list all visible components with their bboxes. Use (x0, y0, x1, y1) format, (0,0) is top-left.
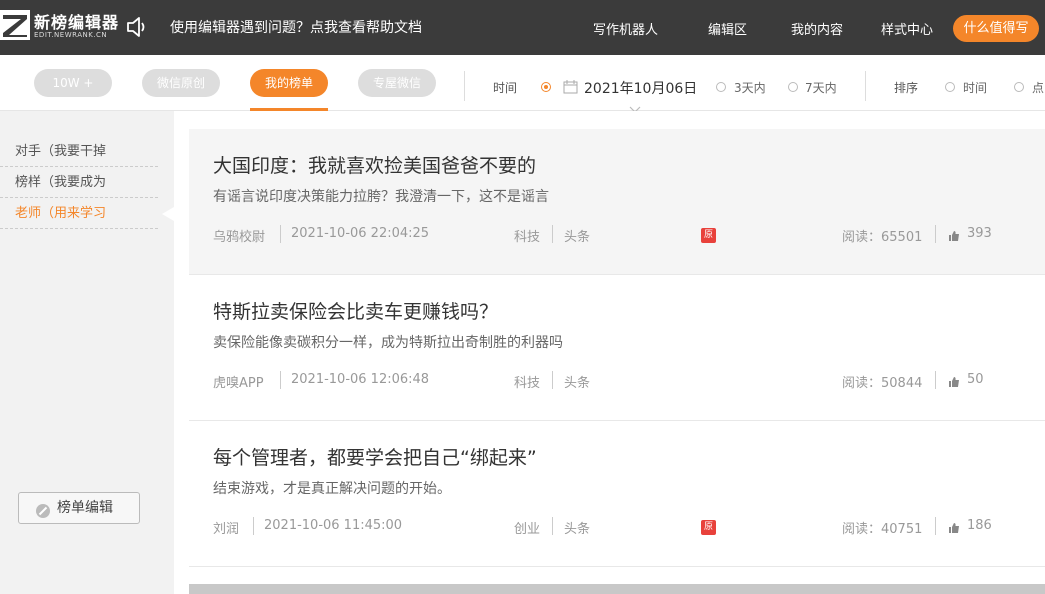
sort-time-radio[interactable] (945, 82, 955, 92)
edit-circle-icon (35, 500, 51, 518)
article-time: 2021-10-06 11:45:00 (264, 518, 403, 533)
tab-exclusive-wechat[interactable]: 专屋微信 (358, 69, 436, 97)
article-title[interactable]: 大国印度：我就喜欢捡美国爸爸不要的 (213, 151, 536, 178)
article-category: 科技 (514, 376, 541, 391)
logo-subtitle: EDIT.NEWRANK.CN (34, 31, 108, 39)
horizontal-scrollbar[interactable] (189, 584, 1045, 594)
range-7days-label[interactable]: 7天内 (805, 79, 837, 96)
meta-divider (280, 371, 281, 389)
smzdx-button[interactable]: 什么值得写 (953, 15, 1039, 42)
article-list: 大国印度：我就喜欢捡美国爸爸不要的 有谣言说印度决策能力拉胯？我澄清一下，这不是… (174, 111, 1045, 594)
article-author[interactable]: 虎嗅APP (213, 372, 264, 391)
article-position: 头条 (564, 230, 591, 245)
article-card[interactable]: 大国印度：我就喜欢捡美国爸爸不要的 有谣言说印度决策能力拉胯？我澄清一下，这不是… (189, 129, 1045, 275)
sort-label: 排序 (894, 81, 919, 95)
tab-10w[interactable]: 10W + (34, 69, 112, 97)
article-desc: 结束游戏，才是真正解决问题的开始。 (213, 481, 451, 497)
meta-divider (935, 371, 936, 389)
date-picker-value[interactable]: 2021年10月06日 (584, 78, 697, 98)
original-badge: 原 (701, 228, 716, 243)
meta-divider (935, 225, 936, 243)
article-desc: 有谣言说印度决策能力拉胯？我澄清一下，这不是谣言 (213, 189, 549, 205)
meta-divider (552, 371, 553, 389)
top-header: 新榜编辑器 EDIT.NEWRANK.CN 使用编辑器遇到问题？点我查看帮助文档… (0, 0, 1045, 55)
article-title[interactable]: 每个管理者，都要学会把自己“绑起来” (213, 443, 537, 470)
article-title[interactable]: 特斯拉卖保险会比卖车更赚钱吗？ (213, 297, 498, 324)
sort-other-radio[interactable] (1014, 82, 1024, 92)
article-reads: 阅读：50844 (842, 376, 923, 391)
article-reads: 阅读：65501 (842, 230, 923, 245)
article-likes: 186 (967, 518, 992, 533)
thumbs-up-icon (948, 373, 960, 387)
tab-my-ranking[interactable]: 我的榜单 (250, 69, 328, 97)
article-likes: 50 (967, 372, 984, 387)
tab-wechat-original[interactable]: 微信原创 (142, 69, 220, 97)
nav-style-center[interactable]: 样式中心 (881, 19, 933, 38)
range-3days-label[interactable]: 3天内 (734, 79, 766, 96)
sort-other-label[interactable]: 点 (1032, 79, 1044, 96)
article-author[interactable]: 乌鸦校尉 (213, 226, 265, 245)
article-likes: 393 (967, 226, 992, 241)
meta-divider (280, 225, 281, 243)
range-7days-radio[interactable] (788, 82, 798, 92)
chevron-down-icon[interactable] (629, 99, 641, 113)
range-3days-radio[interactable] (716, 82, 726, 92)
sidebar-item-teachers[interactable]: 老师（用来学习 (0, 198, 158, 229)
meta-divider (935, 517, 936, 535)
list-top-spacer (174, 111, 1045, 129)
nav-writing-robot[interactable]: 写作机器人 (593, 19, 658, 38)
meta-divider (552, 225, 553, 243)
active-item-pointer (162, 207, 174, 221)
meta-divider (552, 517, 553, 535)
meta-divider (253, 517, 254, 535)
article-card[interactable]: 每个管理者，都要学会把自己“绑起来” 结束游戏，才是真正解决问题的开始。 刘润 … (189, 421, 1045, 567)
nav-my-content[interactable]: 我的内容 (791, 19, 843, 38)
ranking-sidebar: 对手（我要干掉 榜样（我要成为 老师（用来学习 榜单编辑 (0, 111, 174, 594)
logo-name[interactable]: 新榜编辑器 (34, 9, 119, 33)
sidebar-item-models[interactable]: 榜样（我要成为 (0, 167, 158, 198)
time-filter-label: 时间 (493, 81, 518, 95)
article-desc: 卖保险能像卖碳积分一样，成为特斯拉出奇制胜的利器吗 (213, 335, 563, 351)
original-badge: 原 (701, 520, 716, 535)
article-position: 头条 (564, 376, 591, 391)
article-time: 2021-10-06 12:06:48 (291, 372, 430, 387)
calendar-icon[interactable] (563, 79, 578, 94)
filter-bar: 10W + 微信原创 我的榜单 专屋微信 时间 2021年10月06日 3天内 … (0, 55, 1045, 113)
thumbs-up-icon (948, 519, 960, 533)
article-position: 头条 (564, 522, 591, 537)
speaker-icon (125, 14, 151, 40)
article-time: 2021-10-06 22:04:25 (291, 226, 430, 241)
divider (865, 71, 866, 101)
article-category: 科技 (514, 230, 541, 245)
sidebar-item-rivals[interactable]: 对手（我要干掉 (0, 136, 158, 167)
article-author[interactable]: 刘润 (213, 518, 239, 537)
article-category: 创业 (514, 522, 541, 537)
divider (464, 71, 465, 101)
help-notice-link[interactable]: 使用编辑器遇到问题？点我查看帮助文档 (170, 17, 422, 37)
nav-editor[interactable]: 编辑区 (708, 19, 747, 38)
sort-time-label[interactable]: 时间 (963, 79, 987, 96)
edit-ranking-button[interactable]: 榜单编辑 (18, 492, 140, 524)
article-card[interactable]: 特斯拉卖保险会比卖车更赚钱吗？ 卖保险能像卖碳积分一样，成为特斯拉出奇制胜的利器… (189, 275, 1045, 421)
edit-ranking-label: 榜单编辑 (57, 500, 113, 516)
date-radio[interactable] (541, 82, 551, 92)
newrank-logo-icon[interactable] (0, 10, 30, 40)
thumbs-up-icon (948, 227, 960, 241)
article-reads: 阅读：40751 (842, 522, 923, 537)
